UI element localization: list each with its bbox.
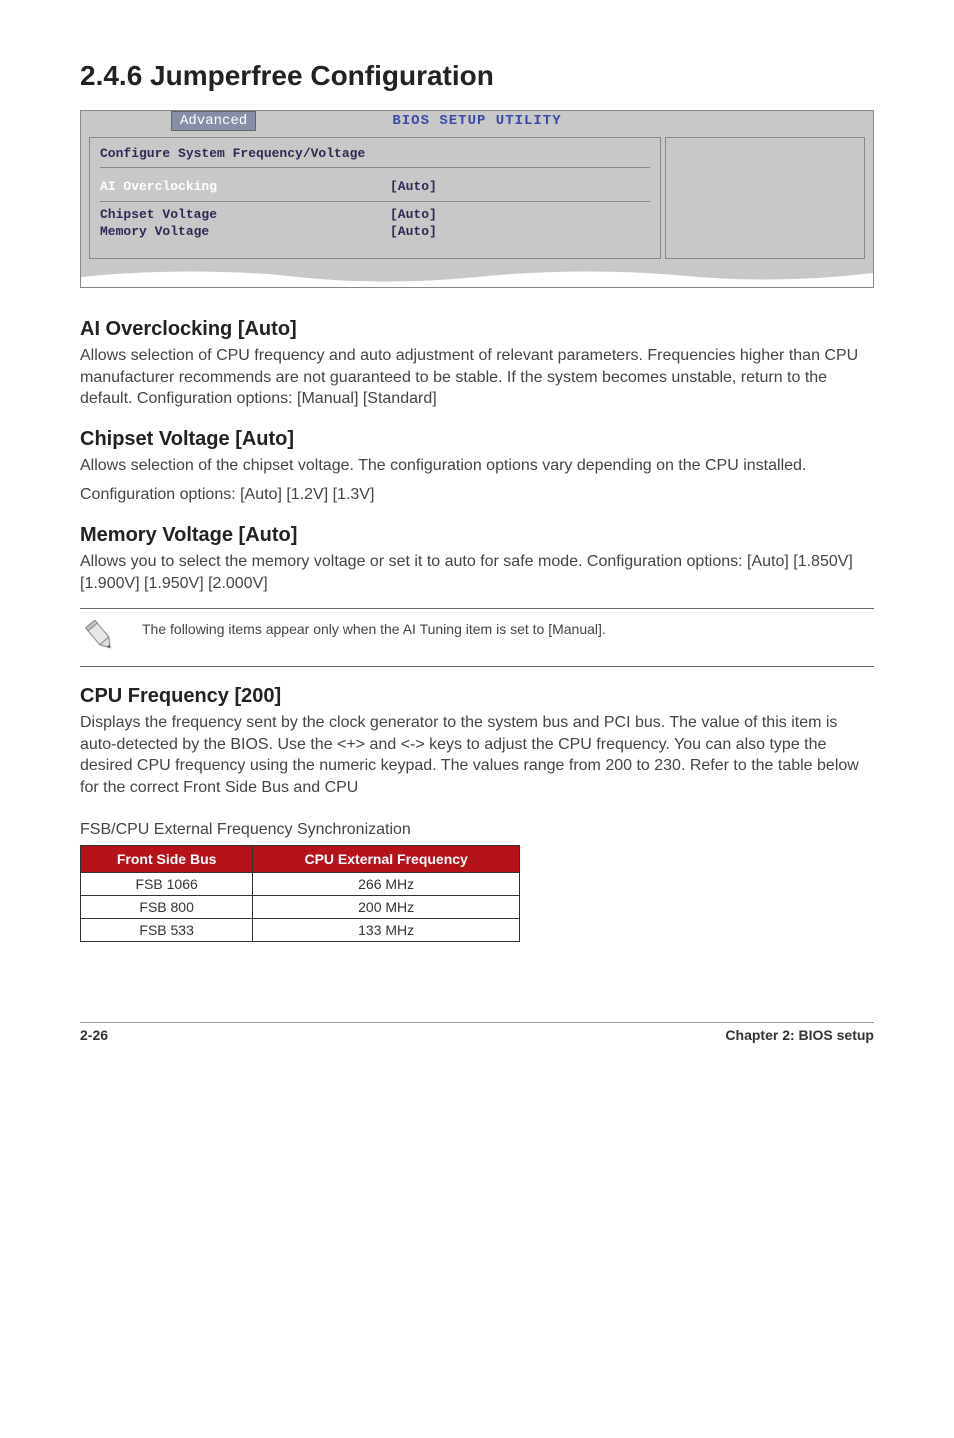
- table-cell: 200 MHz: [253, 895, 520, 918]
- bios-row-ai-overclocking[interactable]: AI Overclocking [Auto]: [100, 178, 650, 195]
- bios-divider: [100, 201, 650, 202]
- table-cell: FSB 1066: [81, 872, 253, 895]
- table-caption: FSB/CPU External Frequency Synchronizati…: [80, 821, 874, 839]
- table-header-fsb: Front Side Bus: [81, 845, 253, 872]
- bios-row-label: Chipset Voltage: [100, 207, 390, 222]
- table-cell: FSB 800: [81, 895, 253, 918]
- table-row: FSB 800 200 MHz: [81, 895, 520, 918]
- cpu-frequency-text: Displays the frequency sent by the clock…: [80, 712, 874, 798]
- chipset-voltage-heading: Chipset Voltage [Auto]: [80, 428, 874, 451]
- chipset-voltage-text2: Configuration options: [Auto] [1.2V] [1.…: [80, 484, 874, 506]
- ai-overclocking-text: Allows selection of CPU frequency and au…: [80, 345, 874, 410]
- bios-section-heading: Configure System Frequency/Voltage: [100, 144, 650, 168]
- chapter-label: Chapter 2: BIOS setup: [725, 1027, 874, 1043]
- frequency-table: Front Side Bus CPU External Frequency FS…: [80, 845, 520, 942]
- table-cell: 133 MHz: [253, 918, 520, 941]
- table-row: FSB 533 133 MHz: [81, 918, 520, 941]
- memory-voltage-text: Allows you to select the memory voltage …: [80, 551, 874, 594]
- bios-torn-edge: [81, 267, 873, 287]
- memory-voltage-heading: Memory Voltage [Auto]: [80, 524, 874, 547]
- bios-row-label: AI Overclocking: [100, 179, 390, 194]
- bios-row-value: [Auto]: [390, 207, 437, 222]
- table-header-cpu-freq: CPU External Frequency: [253, 845, 520, 872]
- note-block: The following items appear only when the…: [80, 608, 874, 667]
- bios-tab-advanced: Advanced: [171, 111, 256, 131]
- table-cell: FSB 533: [81, 918, 253, 941]
- section-title: 2.4.6 Jumperfree Configuration: [80, 60, 874, 92]
- note-text: The following items appear only when the…: [142, 617, 874, 639]
- bios-row-value: [Auto]: [390, 179, 437, 194]
- bios-row-memory-voltage[interactable]: Memory Voltage [Auto]: [100, 223, 650, 240]
- bios-body: Configure System Frequency/Voltage AI Ov…: [81, 133, 873, 267]
- table-row: FSB 1066 266 MHz: [81, 872, 520, 895]
- note-pencil-icon: [80, 617, 124, 658]
- bios-row-label: Memory Voltage: [100, 224, 390, 239]
- bios-left-panel: Configure System Frequency/Voltage AI Ov…: [89, 137, 661, 259]
- table-cell: 266 MHz: [253, 872, 520, 895]
- bios-row-chipset-voltage[interactable]: Chipset Voltage [Auto]: [100, 206, 650, 223]
- bios-right-panel: [665, 137, 865, 259]
- page-number: 2-26: [80, 1027, 108, 1043]
- page-footer: 2-26 Chapter 2: BIOS setup: [80, 1022, 874, 1043]
- ai-overclocking-heading: AI Overclocking [Auto]: [80, 318, 874, 341]
- bios-window: BIOS SETUP UTILITY Advanced Configure Sy…: [80, 110, 874, 288]
- cpu-frequency-heading: CPU Frequency [200]: [80, 685, 874, 708]
- bios-row-value: [Auto]: [390, 224, 437, 239]
- chipset-voltage-text1: Allows selection of the chipset voltage.…: [80, 455, 874, 477]
